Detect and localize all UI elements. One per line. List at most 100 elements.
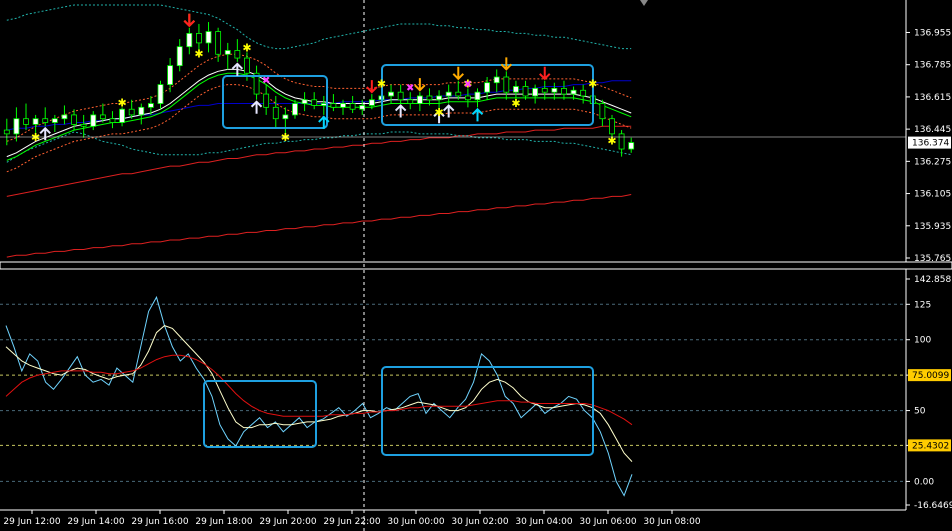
price-tick-label: 135.935 [914, 222, 951, 232]
price-panel-bg [0, 0, 952, 262]
candle-body [445, 91, 452, 97]
price-tick-label: 136.615 [914, 93, 951, 103]
candle-body [61, 114, 68, 120]
candle-body [522, 86, 529, 97]
candle-body [13, 118, 20, 135]
candle-body [90, 114, 97, 127]
candle-body [464, 95, 471, 101]
candle-body [474, 91, 481, 101]
osc-level-label: 25.4302 [912, 441, 949, 451]
candle-body [147, 103, 154, 108]
candle-body [570, 89, 577, 95]
candle-body [234, 50, 241, 59]
osc-tick-label: 50 [914, 407, 926, 417]
chart-canvas: ✱✱✱ ✱✱✱✱✱✱✱✱✖✖ ✖ 136.955136.785136.615136.… [0, 0, 952, 531]
candle-body [196, 33, 202, 44]
candle-body [609, 118, 615, 135]
time-tick-label: 29 Jun 16:00 [131, 517, 188, 527]
candle-body [368, 99, 375, 106]
osc-tick-label: 125 [914, 300, 931, 310]
candle-body [599, 103, 606, 120]
cross-marker-icon: ✖ [262, 76, 270, 87]
candle-body [51, 118, 58, 123]
time-tick-label: 30 Jun 00:00 [387, 517, 444, 527]
star-marker-icon: ✱ [194, 47, 203, 60]
candle-body [541, 87, 548, 93]
time-tick-label: 30 Jun 08:00 [643, 517, 700, 527]
time-tick-label: 29 Jun 20:00 [259, 517, 316, 527]
time-tick-label: 30 Jun 02:00 [451, 517, 508, 527]
oscillator-panel: 142.8581 125 100 75.0099 50 25.4302 0.00 -16.64… [0, 269, 952, 511]
panel-divider[interactable] [0, 261, 952, 270]
candle-body [561, 87, 567, 95]
current-price-label: 136.374 [912, 139, 949, 149]
candle-body [3, 129, 10, 135]
candle-body [272, 106, 279, 120]
price-tick-label: 136.955 [914, 28, 951, 38]
candle-body [138, 106, 145, 116]
candle-body [292, 103, 298, 116]
candle-body [80, 123, 87, 127]
star-marker-icon: ✱ [588, 77, 597, 90]
candle-body [301, 99, 308, 104]
time-tick-label: 29 Jun 18:00 [195, 517, 252, 527]
osc-signal-line [5, 325, 633, 462]
candle-body [176, 46, 183, 67]
star-marker-icon: ✱ [434, 106, 443, 119]
candle-body [493, 76, 500, 84]
candle-body [416, 95, 423, 104]
candle-body [224, 50, 231, 55]
candle-body [215, 31, 222, 55]
time-tick-label: 30 Jun 04:00 [515, 517, 572, 527]
candle-body [397, 91, 404, 101]
candle-body [99, 114, 106, 120]
osc-cci-line [5, 295, 633, 497]
candle-body [628, 142, 635, 150]
candle-body [484, 82, 491, 93]
star-marker-icon: ✱ [242, 41, 251, 54]
candle-body [426, 95, 433, 101]
candle-body [119, 108, 125, 123]
candle-body [532, 87, 539, 97]
price-tick-label: 136.445 [914, 125, 951, 135]
time-tick-label: 29 Jun 14:00 [67, 517, 124, 527]
candle-body [157, 84, 164, 104]
candle-body [330, 103, 337, 108]
candle-body [455, 91, 462, 97]
candle-body [513, 86, 519, 93]
candle-body [263, 93, 270, 108]
candle-body [186, 33, 193, 48]
star-marker-icon: ✱ [607, 135, 616, 148]
osc-ma-line [5, 354, 633, 426]
star-marker-icon: ✱ [377, 77, 386, 90]
star-marker-icon: ✱ [281, 131, 290, 144]
price-tick-label: 136.785 [914, 61, 951, 71]
candle-body [580, 89, 587, 97]
time-axis: 29 Jun 12:00 29 Jun 14:00 29 Jun 16:00 29 J… [3, 510, 701, 527]
time-tick-label: 29 Jun 12:00 [3, 517, 60, 527]
osc-level-label: 75.0099 [912, 371, 949, 381]
time-tick-label: 29 Jun 22:00 [323, 517, 380, 527]
price-tick-label: 136.105 [914, 190, 951, 200]
candle-body [320, 103, 327, 106]
candle-body [349, 103, 356, 110]
osc-layer [0, 295, 906, 497]
candle-body [205, 31, 212, 44]
osc-tick-label: 100 [914, 336, 931, 346]
candle-body [71, 114, 77, 125]
candle-body [551, 87, 558, 93]
candle-body [244, 57, 250, 74]
candle-body [618, 133, 625, 150]
candle-body [503, 76, 510, 93]
candle-body [282, 114, 289, 120]
candle-body [436, 95, 442, 101]
cross-marker-icon: ✖ [406, 83, 414, 94]
osc-tick-label: 0.00 [914, 477, 934, 487]
candle-body [311, 99, 318, 106]
candle-body [407, 99, 414, 104]
cross-marker-icon: ✖ [464, 79, 472, 90]
time-tick-label: 30 Jun 06:00 [579, 517, 636, 527]
star-marker-icon: ✱ [117, 96, 126, 109]
osc-axis: 142.8581 125 100 75.0099 50 25.4302 0.00 -16.64… [906, 275, 952, 511]
star-marker-icon: ✱ [31, 131, 40, 144]
